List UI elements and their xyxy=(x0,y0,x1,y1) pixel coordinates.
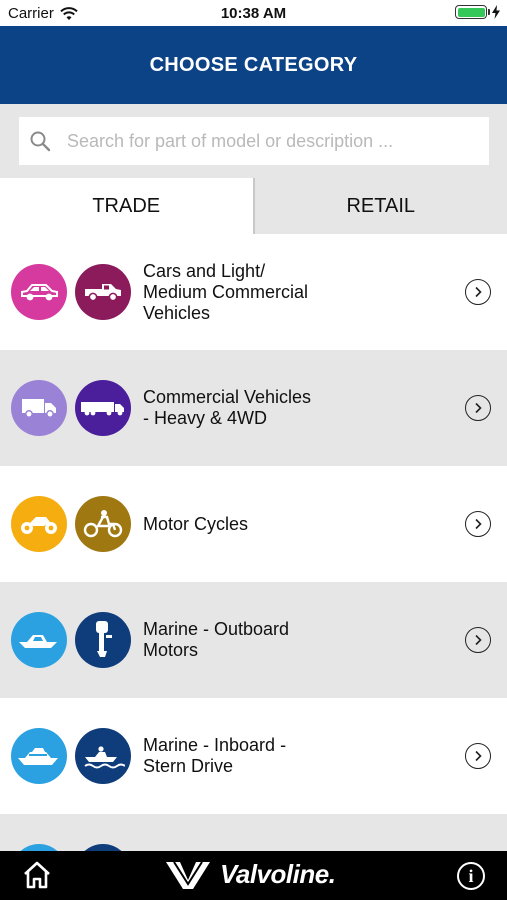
brand-logo: Valvoline. xyxy=(166,859,336,890)
category-icon-secondary xyxy=(75,264,131,320)
page-title: CHOOSE CATEGORY xyxy=(149,53,358,76)
category-label: Marine - Outboard Motors xyxy=(143,619,290,660)
jetboat-icon xyxy=(84,746,125,769)
speedboat-icon xyxy=(19,635,57,648)
battery-icon xyxy=(455,5,490,19)
chevron-right-icon[interactable] xyxy=(465,511,491,537)
bottom-bar: Valvoline. i xyxy=(0,851,507,900)
category-row-commercial[interactable]: Commercial Vehicles - Heavy & 4WD xyxy=(0,350,507,466)
category-icon-secondary xyxy=(75,844,131,851)
category-icon-secondary xyxy=(75,380,131,436)
brand-name: Valvoline. xyxy=(220,859,336,889)
search-box[interactable] xyxy=(19,117,489,165)
chevron-right-icon[interactable] xyxy=(465,395,491,421)
dirt-bike-icon xyxy=(83,510,123,538)
category-icon-secondary xyxy=(75,496,131,552)
search-icon xyxy=(30,131,51,152)
category-icon-secondary xyxy=(75,728,131,784)
tab-trade[interactable]: TRADE xyxy=(0,178,253,234)
chevron-right-icon[interactable] xyxy=(465,743,491,769)
category-icon-primary xyxy=(11,612,67,668)
category-row-cars[interactable]: Cars and Light/ Medium Commercial Vehicl… xyxy=(0,234,507,350)
home-icon xyxy=(24,861,50,889)
car-icon xyxy=(21,284,58,301)
info-icon: i xyxy=(468,865,474,886)
charging-bolt-icon xyxy=(492,5,500,19)
ute-icon xyxy=(85,284,121,302)
status-bar: Carrier 10:38 AM xyxy=(0,0,507,26)
category-icon-primary xyxy=(11,496,67,552)
category-label: Motor Cycles xyxy=(143,513,249,534)
app-header: CHOOSE CATEGORY xyxy=(0,26,507,104)
category-label: Marine - Inboard - Stern Drive xyxy=(143,735,287,776)
truck-icon xyxy=(22,399,56,418)
category-icon-secondary xyxy=(75,612,131,668)
yacht-icon xyxy=(18,748,58,765)
tab-retail[interactable]: RETAIL xyxy=(252,178,507,234)
category-icon-primary xyxy=(11,380,67,436)
search-input[interactable] xyxy=(67,130,489,152)
category-row-motorcycles[interactable]: Motor Cycles xyxy=(0,466,507,582)
semi-trailer-icon xyxy=(81,402,124,416)
home-button[interactable] xyxy=(22,861,52,894)
motorcycle-icon xyxy=(21,517,57,534)
status-time: 10:38 AM xyxy=(220,5,287,22)
category-row-marine-inboard[interactable]: Marine - Inboard - Stern Drive xyxy=(0,698,507,814)
status-right xyxy=(455,5,501,19)
search-bar xyxy=(0,104,507,178)
category-label: Cars and Light/ Medium Commercial Vehicl… xyxy=(143,260,309,323)
category-label: Commercial Vehicles - Heavy & 4WD xyxy=(143,387,312,428)
category-icon-primary xyxy=(11,264,67,320)
chevron-right-icon[interactable] xyxy=(465,279,491,305)
tab-bar: TRADE RETAIL xyxy=(0,178,507,234)
valvoline-v-logo-icon xyxy=(166,860,210,889)
outboard-motor-icon xyxy=(96,621,112,657)
chevron-right-icon[interactable] xyxy=(465,627,491,653)
category-row-partial[interactable] xyxy=(0,814,507,851)
info-button[interactable]: i xyxy=(457,862,485,890)
category-row-marine-outboard[interactable]: Marine - Outboard Motors xyxy=(0,582,507,698)
category-icon-primary xyxy=(11,844,67,851)
category-list: Cars and Light/ Medium Commercial Vehicl… xyxy=(0,234,507,851)
category-icon-primary xyxy=(11,728,67,784)
